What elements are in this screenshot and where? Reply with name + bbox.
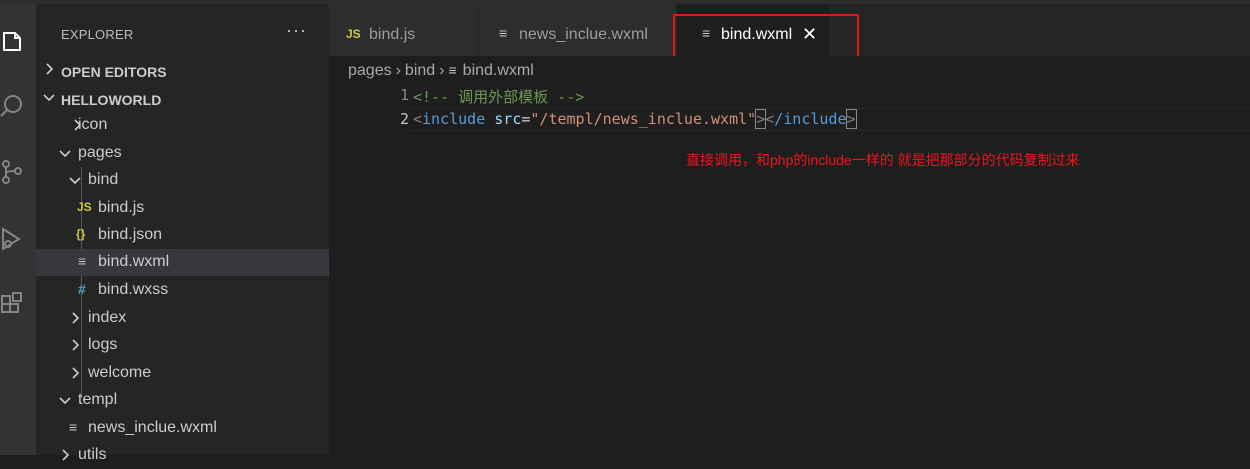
tree-item-news-inclue-wxml[interactable]: ≡ news_inclue.wxml bbox=[36, 415, 329, 442]
code-bracket: < bbox=[413, 110, 423, 128]
open-editors-label: OPEN EDITORS bbox=[61, 64, 167, 80]
breadcrumb-item[interactable]: bind.wxml bbox=[463, 62, 534, 80]
activity-bar bbox=[0, 4, 36, 455]
chevron-right-icon bbox=[72, 339, 80, 351]
tree-item-label: welcome bbox=[88, 364, 152, 381]
explorer-sidebar: EXPLORER ··· OPEN EDITORS HELLOWORLD ico… bbox=[36, 4, 329, 463]
tab-label: news_inclue.wxml bbox=[519, 26, 648, 43]
tab-news-inclue-wxml[interactable]: ≡ news_inclue.wxml bbox=[479, 4, 676, 56]
code-bracket: > bbox=[755, 109, 767, 129]
tree-item-templ[interactable]: templ bbox=[36, 387, 329, 414]
code-bracket: < bbox=[765, 110, 775, 128]
annotation-text: 直接调用，和php的include一样的 就是把那部分的代码复制过来 bbox=[686, 152, 1080, 168]
tree-item-bind[interactable]: bind bbox=[36, 167, 329, 194]
run-debug-icon[interactable] bbox=[0, 226, 26, 252]
code-bracket: > bbox=[845, 109, 857, 129]
breadcrumb-separator: › bbox=[395, 62, 401, 79]
tree-item-utils[interactable]: utils bbox=[36, 442, 329, 469]
wxml-file-icon: ≡ bbox=[69, 419, 78, 435]
code-attribute: src bbox=[494, 110, 522, 128]
search-icon[interactable] bbox=[0, 92, 26, 118]
chevron-right-icon bbox=[72, 312, 80, 324]
code-tag: include bbox=[422, 110, 486, 128]
source-control-icon[interactable] bbox=[0, 159, 26, 185]
tree-item-index[interactable]: index bbox=[36, 305, 329, 332]
code-line-2[interactable]: <include src="/templ/news_inclue.wxml"><… bbox=[413, 109, 857, 129]
tree-item-pages[interactable]: pages bbox=[36, 140, 329, 167]
code-string: "/templ/news_inclue.wxml" bbox=[530, 110, 757, 128]
chevron-right-icon bbox=[62, 449, 70, 461]
tree-item-bind-wxss[interactable]: # bind.wxss bbox=[36, 277, 329, 304]
js-file-icon: JS bbox=[77, 200, 92, 214]
code-line-1[interactable]: <!-- 调用外部模板 --> bbox=[413, 86, 584, 107]
wxml-file-icon: ≡ bbox=[448, 62, 457, 78]
tree-item-bind-json[interactable]: {} bind.json bbox=[36, 222, 329, 249]
tree-item-logs[interactable]: logs bbox=[36, 332, 329, 359]
more-actions-icon[interactable]: ··· bbox=[286, 20, 307, 41]
tree-item-label: templ bbox=[78, 391, 118, 408]
wxml-file-icon: ≡ bbox=[499, 25, 508, 41]
tree-item-label: pages bbox=[78, 144, 122, 161]
code-tag: /include bbox=[774, 110, 847, 128]
explorer-title: EXPLORER bbox=[61, 27, 134, 42]
tree-item-label: bind.js bbox=[98, 199, 145, 216]
line-number: 2 bbox=[399, 110, 409, 128]
wxml-file-icon: ≡ bbox=[78, 253, 87, 269]
files-icon[interactable] bbox=[0, 30, 26, 56]
tree-item-label: icon bbox=[78, 116, 108, 133]
tree-item-label: bind bbox=[88, 171, 119, 188]
extensions-icon[interactable] bbox=[0, 292, 26, 318]
tree-item-label: news_inclue.wxml bbox=[88, 419, 217, 436]
tree-item-bind-wxml[interactable]: ≡ bind.wxml bbox=[36, 249, 329, 276]
tree-item-label: bind.wxml bbox=[98, 253, 170, 270]
tree-item-icon[interactable]: icon bbox=[36, 112, 329, 139]
chevron-right-icon bbox=[46, 63, 54, 75]
breadcrumb-item[interactable]: pages bbox=[348, 62, 392, 80]
project-section[interactable]: HELLOWORLD bbox=[36, 87, 329, 113]
chevron-down-icon bbox=[59, 150, 71, 158]
tree-item-label: bind.wxss bbox=[98, 281, 169, 298]
tree-item-welcome[interactable]: welcome bbox=[36, 360, 329, 387]
breadcrumb: pages › bind › ≡ bind.wxml bbox=[348, 62, 534, 80]
tree-item-label: bind.json bbox=[98, 226, 163, 243]
project-label: HELLOWORLD bbox=[61, 92, 162, 108]
chevron-down-icon bbox=[69, 177, 81, 185]
breadcrumb-separator: › bbox=[439, 62, 445, 79]
json-file-icon: {} bbox=[76, 227, 86, 241]
tab-bind-js[interactable]: JS bind.js bbox=[329, 4, 478, 56]
tree-item-label: index bbox=[88, 309, 127, 326]
line-number: 1 bbox=[399, 86, 409, 104]
code-comment: <!-- 调用外部模板 --> bbox=[413, 88, 585, 106]
open-editors-section[interactable]: OPEN EDITORS bbox=[36, 59, 329, 85]
chevron-right-icon bbox=[72, 367, 80, 379]
tree-item-label: logs bbox=[88, 336, 118, 353]
code-editor[interactable]: pages › bind › ≡ bind.wxml 1 2 <!-- 调用外部模板 --… bbox=[329, 56, 1250, 455]
chevron-down-icon bbox=[59, 397, 71, 405]
tree-item-label: utils bbox=[78, 446, 107, 463]
tree-item-bind-js[interactable]: JS bind.js bbox=[36, 195, 329, 222]
chevron-down-icon bbox=[43, 94, 55, 102]
wxss-file-icon: # bbox=[78, 281, 86, 297]
breadcrumb-item[interactable]: bind bbox=[405, 62, 435, 80]
js-file-icon: JS bbox=[346, 27, 361, 41]
tab-label: bind.js bbox=[369, 26, 416, 43]
